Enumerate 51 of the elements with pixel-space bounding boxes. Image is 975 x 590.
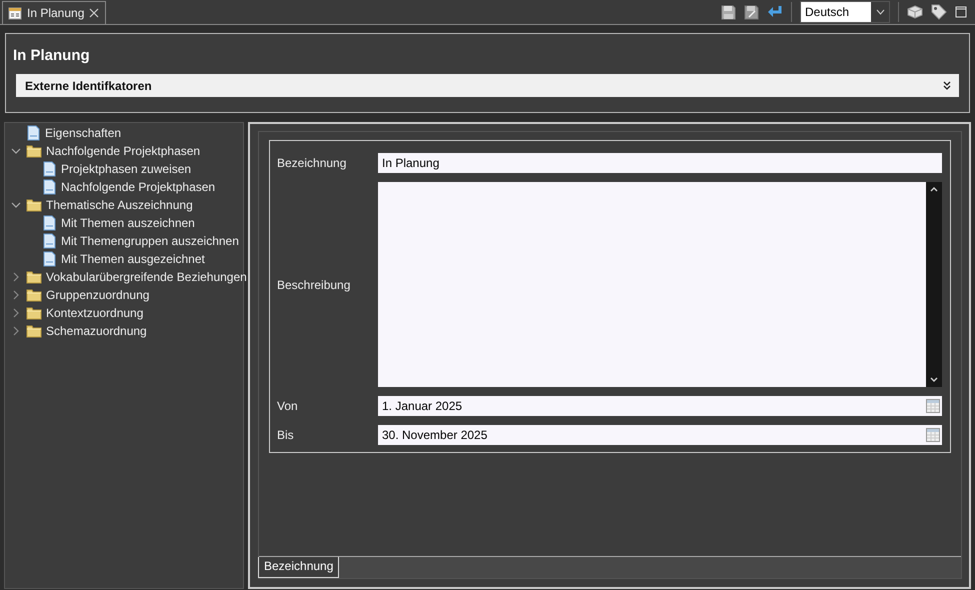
document-icon <box>42 161 57 177</box>
chevron-down-icon <box>876 9 884 15</box>
field-label: Bezeichnung <box>277 156 348 170</box>
field-label: Beschreibung <box>277 278 352 292</box>
section-title: Externe Identifkatoren <box>25 78 152 92</box>
tree-item[interactable]: Schemazuordnung <box>46 324 147 338</box>
document-icon <box>42 179 57 195</box>
tree-item[interactable]: Eigenschaften <box>45 126 122 140</box>
folder-icon <box>26 197 42 213</box>
date-field[interactable]: 1. Januar 2025 <box>378 396 942 416</box>
folder-icon <box>26 269 42 285</box>
document-icon <box>42 251 57 267</box>
tree-item[interactable]: Mit Themengruppen auszeichnen <box>61 234 239 248</box>
tree-item[interactable]: Nachfolgende Projektphasen <box>61 180 216 194</box>
bottom-tab[interactable]: Bezeichnung <box>258 557 340 578</box>
folder-icon <box>26 323 42 339</box>
scroll-up-icon[interactable] <box>930 186 938 192</box>
tree-item[interactable]: Kontextzuordnung <box>46 306 144 320</box>
editor-tab[interactable]: In Planung <box>2 1 106 24</box>
document-icon <box>42 215 57 231</box>
tree-item[interactable]: Thematische Auszeichnung <box>46 198 193 212</box>
tree-item[interactable]: Nachfolgende Projektphasen <box>46 144 200 158</box>
expand-icon[interactable] <box>943 81 951 90</box>
save-as-icon[interactable] <box>744 4 759 20</box>
tag-icon[interactable] <box>931 4 947 20</box>
tree-item[interactable]: Mit Themen auszeichnen <box>61 216 195 230</box>
cube-icon[interactable] <box>907 5 923 19</box>
date-field[interactable]: 30. November 2025 <box>378 425 942 445</box>
calendar-icon <box>8 6 22 20</box>
close-icon[interactable] <box>89 8 100 18</box>
tab-title: In Planung <box>27 6 84 20</box>
field-label: Bis <box>277 428 295 442</box>
text-field[interactable]: In Planung <box>378 153 942 173</box>
page-title: In Planung <box>13 47 91 64</box>
tree-item[interactable]: Vokabularübergreifende Beziehungen <box>46 270 247 284</box>
tree-item[interactable]: Mit Themen ausgezeichnet <box>61 252 205 266</box>
return-arrow-icon[interactable] <box>767 5 783 19</box>
save-icon[interactable] <box>721 4 736 20</box>
scroll-down-icon[interactable] <box>930 377 938 383</box>
document-icon <box>42 233 57 249</box>
field-label: Von <box>277 399 299 413</box>
folder-icon <box>26 143 42 159</box>
tree-item[interactable]: Gruppenzuordnung <box>46 288 150 302</box>
section-header[interactable]: Externe Identifkatoren <box>16 74 959 97</box>
tree-item[interactable]: Projektphasen zuweisen <box>61 162 192 176</box>
text-area[interactable] <box>378 182 942 387</box>
folder-icon <box>26 287 42 303</box>
folder-icon <box>26 305 42 321</box>
document-icon <box>26 125 41 141</box>
language-dropdown[interactable]: Deutsch <box>800 1 890 23</box>
maximize-icon[interactable] <box>955 6 967 18</box>
